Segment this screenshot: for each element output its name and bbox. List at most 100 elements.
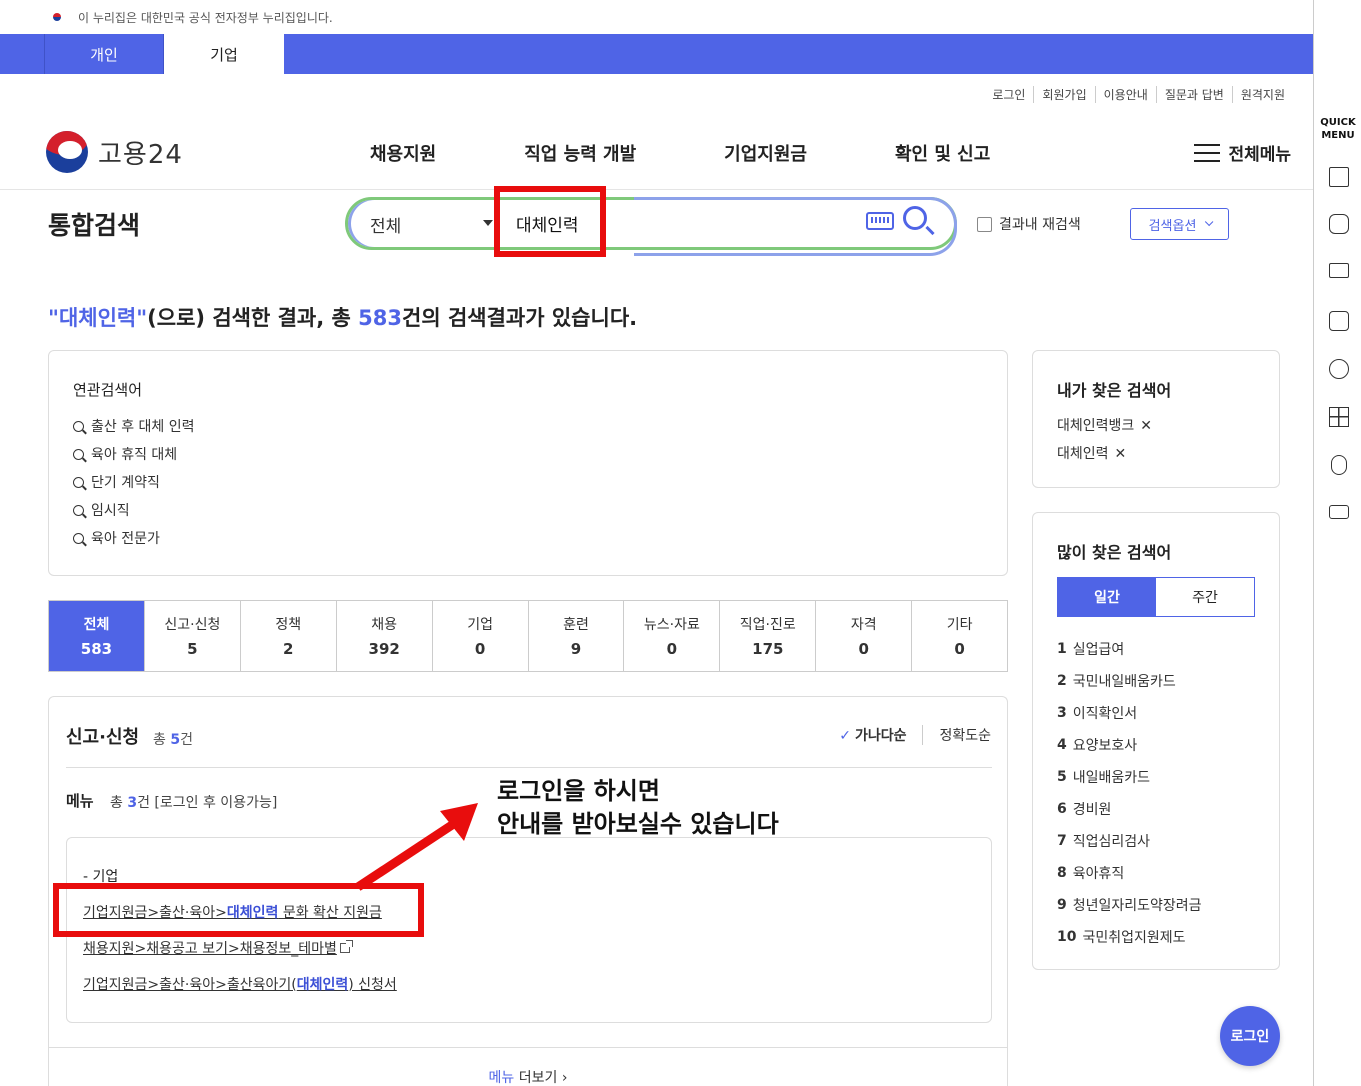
site-logo[interactable]: 고용24: [46, 131, 183, 173]
related-title: 연관검색어: [73, 381, 143, 399]
total-number: 5: [170, 732, 181, 748]
period-toggle: 일간 주간: [1057, 577, 1255, 617]
guide-link[interactable]: 이용안내: [1094, 86, 1156, 103]
tab-label: 신고·신청: [164, 617, 221, 633]
related-keyword[interactable]: 임시직: [73, 496, 983, 524]
tab-news[interactable]: 뉴스·자료 0: [623, 601, 719, 671]
related-keyword[interactable]: 육아 휴직 대체: [73, 440, 983, 468]
building-icon[interactable]: [1329, 167, 1349, 187]
caret-down-icon: [483, 220, 493, 226]
tab-label: 직업·진로: [739, 617, 796, 633]
calculator-icon[interactable]: [1329, 407, 1349, 427]
search-icon: [73, 504, 84, 516]
popular-item[interactable]: 6 경비원: [1057, 793, 1255, 825]
my-search-item[interactable]: 대체인력 ✕: [1057, 443, 1255, 471]
tab-count: 392: [368, 640, 400, 658]
tab-career[interactable]: 직업·진로 175: [719, 601, 815, 671]
section-divider: [66, 767, 992, 768]
tab-recruit[interactable]: 채용 392: [335, 601, 432, 671]
popular-label: 요양보호사: [1072, 738, 1138, 754]
tab-policy[interactable]: 정책 2: [239, 601, 336, 671]
tab-count: 5: [187, 640, 198, 658]
tab-personal[interactable]: 개인: [44, 34, 164, 74]
tab-all[interactable]: 전체 583: [49, 601, 144, 671]
popular-item[interactable]: 2 국민내일배움카드: [1057, 665, 1255, 697]
login-link[interactable]: 로그인: [984, 86, 1033, 103]
menu-label: 메뉴: [66, 792, 94, 810]
result-link[interactable]: 기업지원금>출산·육아>출산육아기(대체인력) 신청서: [83, 974, 397, 994]
tab-weekly[interactable]: 주간: [1156, 578, 1254, 616]
menu-more-button[interactable]: 메뉴 더보기 ›: [49, 1067, 1007, 1086]
smile-icon[interactable]: [1329, 359, 1349, 379]
related-keyword[interactable]: 출산 후 대체 인력: [73, 412, 983, 440]
related-keyword-label: 육아 휴직 대체: [91, 447, 178, 463]
popular-item[interactable]: 3 이직확인서: [1057, 697, 1255, 729]
search-icon: [73, 448, 84, 460]
search-input[interactable]: 대체인력: [516, 211, 579, 236]
research-checkbox[interactable]: 결과내 재검색: [977, 214, 1081, 234]
related-keyword[interactable]: 단기 계약직: [73, 468, 983, 496]
related-keyword[interactable]: 육아 전문가: [73, 524, 983, 552]
research-label: 결과내 재검색: [999, 217, 1081, 233]
popular-label: 경비원: [1072, 802, 1112, 818]
tab-count: 175: [752, 640, 784, 658]
nav-confirm-report[interactable]: 확인 및 신고: [895, 140, 990, 166]
remote-support-link[interactable]: 원격지원: [1231, 86, 1293, 103]
popular-item[interactable]: 8 육아휴직: [1057, 857, 1255, 889]
rank: 3: [1057, 705, 1067, 721]
checklist-icon[interactable]: [1329, 311, 1349, 331]
chevron-down-icon: [1205, 217, 1214, 227]
keyboard-icon[interactable]: [866, 212, 894, 230]
search-scope-select[interactable]: 전체: [370, 212, 495, 237]
search-icon[interactable]: [903, 206, 927, 230]
sort-accuracy[interactable]: 정확도순: [939, 725, 991, 745]
sort-alpha[interactable]: ✓ 가나다순: [839, 725, 924, 745]
chat-icon[interactable]: [1329, 214, 1349, 234]
headline-text2: 건의 검색결과가 있습니다.: [402, 306, 638, 330]
print-icon[interactable]: [1329, 505, 1349, 519]
tab-company[interactable]: 기업 0: [431, 601, 528, 671]
all-menu-button[interactable]: 전체메뉴: [1194, 140, 1291, 165]
popular-item[interactable]: 7 직업심리검사: [1057, 825, 1255, 857]
link-highlight: 대체인력: [296, 977, 349, 993]
tab-label: 기업: [467, 617, 493, 633]
nav-subsidy[interactable]: 기업지원금: [724, 140, 807, 166]
total-prefix: 총: [153, 732, 171, 748]
search-options-label: 검색옵션: [1148, 218, 1197, 234]
popular-item[interactable]: 9 청년일자리도약장려금: [1057, 889, 1255, 921]
close-icon[interactable]: ✕: [1140, 418, 1152, 434]
headline-count: 583: [358, 306, 402, 330]
popular-item[interactable]: 5 내일배움카드: [1057, 761, 1255, 793]
close-icon[interactable]: ✕: [1115, 446, 1127, 462]
login-floating-button[interactable]: 로그인: [1220, 1006, 1280, 1066]
tab-etc[interactable]: 기타 0: [911, 601, 1007, 671]
my-search-label: 대체인력뱅크: [1057, 418, 1135, 434]
tab-label: 뉴스·자료: [643, 617, 700, 633]
tab-label: 채용: [371, 617, 398, 633]
nav-skills[interactable]: 직업 능력 개발: [524, 140, 636, 166]
nav-recruit[interactable]: 채용지원: [370, 140, 436, 166]
result-link[interactable]: 채용지원>채용공고 보기>채용정보_테마별: [83, 938, 353, 958]
result-headline: "대체인력"(으로) 검색한 결과, 총 583건의 검색결과가 있습니다.: [48, 302, 637, 332]
tab-daily[interactable]: 일간: [1058, 578, 1156, 616]
checkbox-icon[interactable]: [977, 216, 992, 232]
popular-item[interactable]: 4 요양보호사: [1057, 729, 1255, 761]
gov-banner: 이 누리집은 대한민국 공식 전자정부 누리집입니다.: [0, 0, 1313, 34]
signup-link[interactable]: 회원가입: [1033, 86, 1094, 103]
popular-searches-panel: 많이 찾은 검색어 일간 주간 1 실업급여 2 국민내일배움카드 3 이직확인서 4…: [1032, 512, 1280, 970]
search-options-button[interactable]: 검색옵션: [1130, 208, 1229, 240]
tab-label: 정책: [275, 617, 302, 633]
search-icon: [73, 420, 84, 432]
qna-link[interactable]: 질문과 답변: [1155, 86, 1232, 103]
popular-item[interactable]: 10 국민취업지원제도: [1057, 921, 1255, 953]
my-search-label: 대체인력: [1057, 446, 1109, 462]
coin-icon[interactable]: [1331, 455, 1347, 475]
popular-item[interactable]: 1 실업급여: [1057, 633, 1255, 665]
tab-business[interactable]: 기업: [164, 34, 284, 74]
my-search-item[interactable]: 대체인력뱅크 ✕: [1057, 415, 1255, 443]
tab-license[interactable]: 자격 0: [815, 601, 911, 671]
tab-training[interactable]: 훈련 9: [527, 601, 624, 671]
tab-count: 0: [954, 640, 965, 658]
monitor-icon[interactable]: [1329, 263, 1349, 278]
tab-report-apply[interactable]: 신고·신청 5: [143, 601, 240, 671]
